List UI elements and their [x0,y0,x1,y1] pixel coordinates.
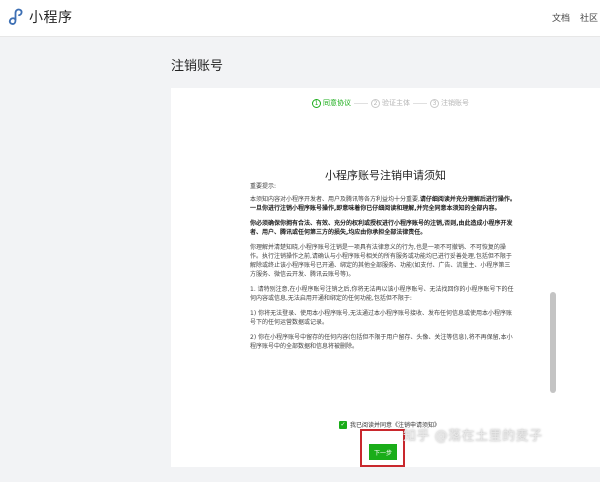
step-verify: 2 验证主体 [371,98,410,108]
miniprogram-logo-icon [8,8,23,25]
notice-paragraph: 1) 你将无法登录、使用本小程序账号,无法通过本小程序账号接收、发布任何信息或使… [250,310,512,326]
step-number: 1 [312,98,321,108]
top-bar: 小程序 文档 社区 ▾ [0,0,600,37]
notice-paragraph: 本须知内容对小程序开发者、用户及腾讯等各方利益均十分重要,请仔细阅读并充分理解后… [250,195,516,213]
notice-paragraph: 2) 你在小程序账号中留存的任何内容(包括但不限于用户留存、头像、关注等信息),… [250,334,513,350]
notice-title: 小程序账号注销申请须知 [325,169,446,182]
notice-paragraph: 你必须确保你拥有合法、有效、充分的权利或授权进行小程序账号的注销,否则,由此造成… [250,219,516,237]
step-deregister: 3 注销账号 [430,98,469,108]
agree-checkbox[interactable]: ✓ [339,420,347,429]
step-indicator: 1 同意协议 2 验证主体 3 注销账号 [312,98,469,108]
scrollbar-thumb[interactable] [550,292,556,393]
app-logo[interactable]: 小程序 [8,7,73,27]
notice-paragraph: 1. 请特别注意,在小程序账号注销之后,你将无法再以该小程序账号、无法找回你的小… [250,286,514,302]
content-panel: 1 同意协议 2 验证主体 3 注销账号 小程序账号注销申请须知 重要提示: 本… [171,88,600,467]
step-agree: 1 同意协议 [312,98,351,108]
step-number: 2 [371,98,380,108]
step-divider [354,102,368,104]
check-icon: ✓ [340,420,346,428]
step-number: 3 [430,98,439,108]
nav-community-link[interactable]: 社区 ▾ [580,11,600,24]
notice-text: 本须知内容对小程序开发者、用户及腾讯等各方利益均十分重要, [250,196,420,203]
nav-community-label: 社区 [580,14,599,24]
step-label: 注销账号 [441,99,469,107]
notice-paragraph: 你理解并清楚知晓,小程序账号注销是一项具有法律意义的行为,也是一项不可撤销、不可… [250,244,512,278]
step-label: 验证主体 [382,99,410,107]
page-title: 注销账号 [171,59,224,74]
nav-docs-link[interactable]: 文档 [552,11,570,24]
notice-heading: 重要提示: [250,183,277,190]
notice-bold-text: 你必须确保你拥有合法、有效、充分的权利或授权进行小程序账号的注销,否则,由此造成… [250,220,513,236]
watermark: 知乎 @落在土里的麦子 [403,429,543,444]
app-name: 小程序 [29,10,73,26]
step-label: 同意协议 [323,99,351,107]
next-button-highlight: 下一步 [360,429,405,467]
step-divider [413,102,427,104]
next-button[interactable]: 下一步 [369,444,397,460]
